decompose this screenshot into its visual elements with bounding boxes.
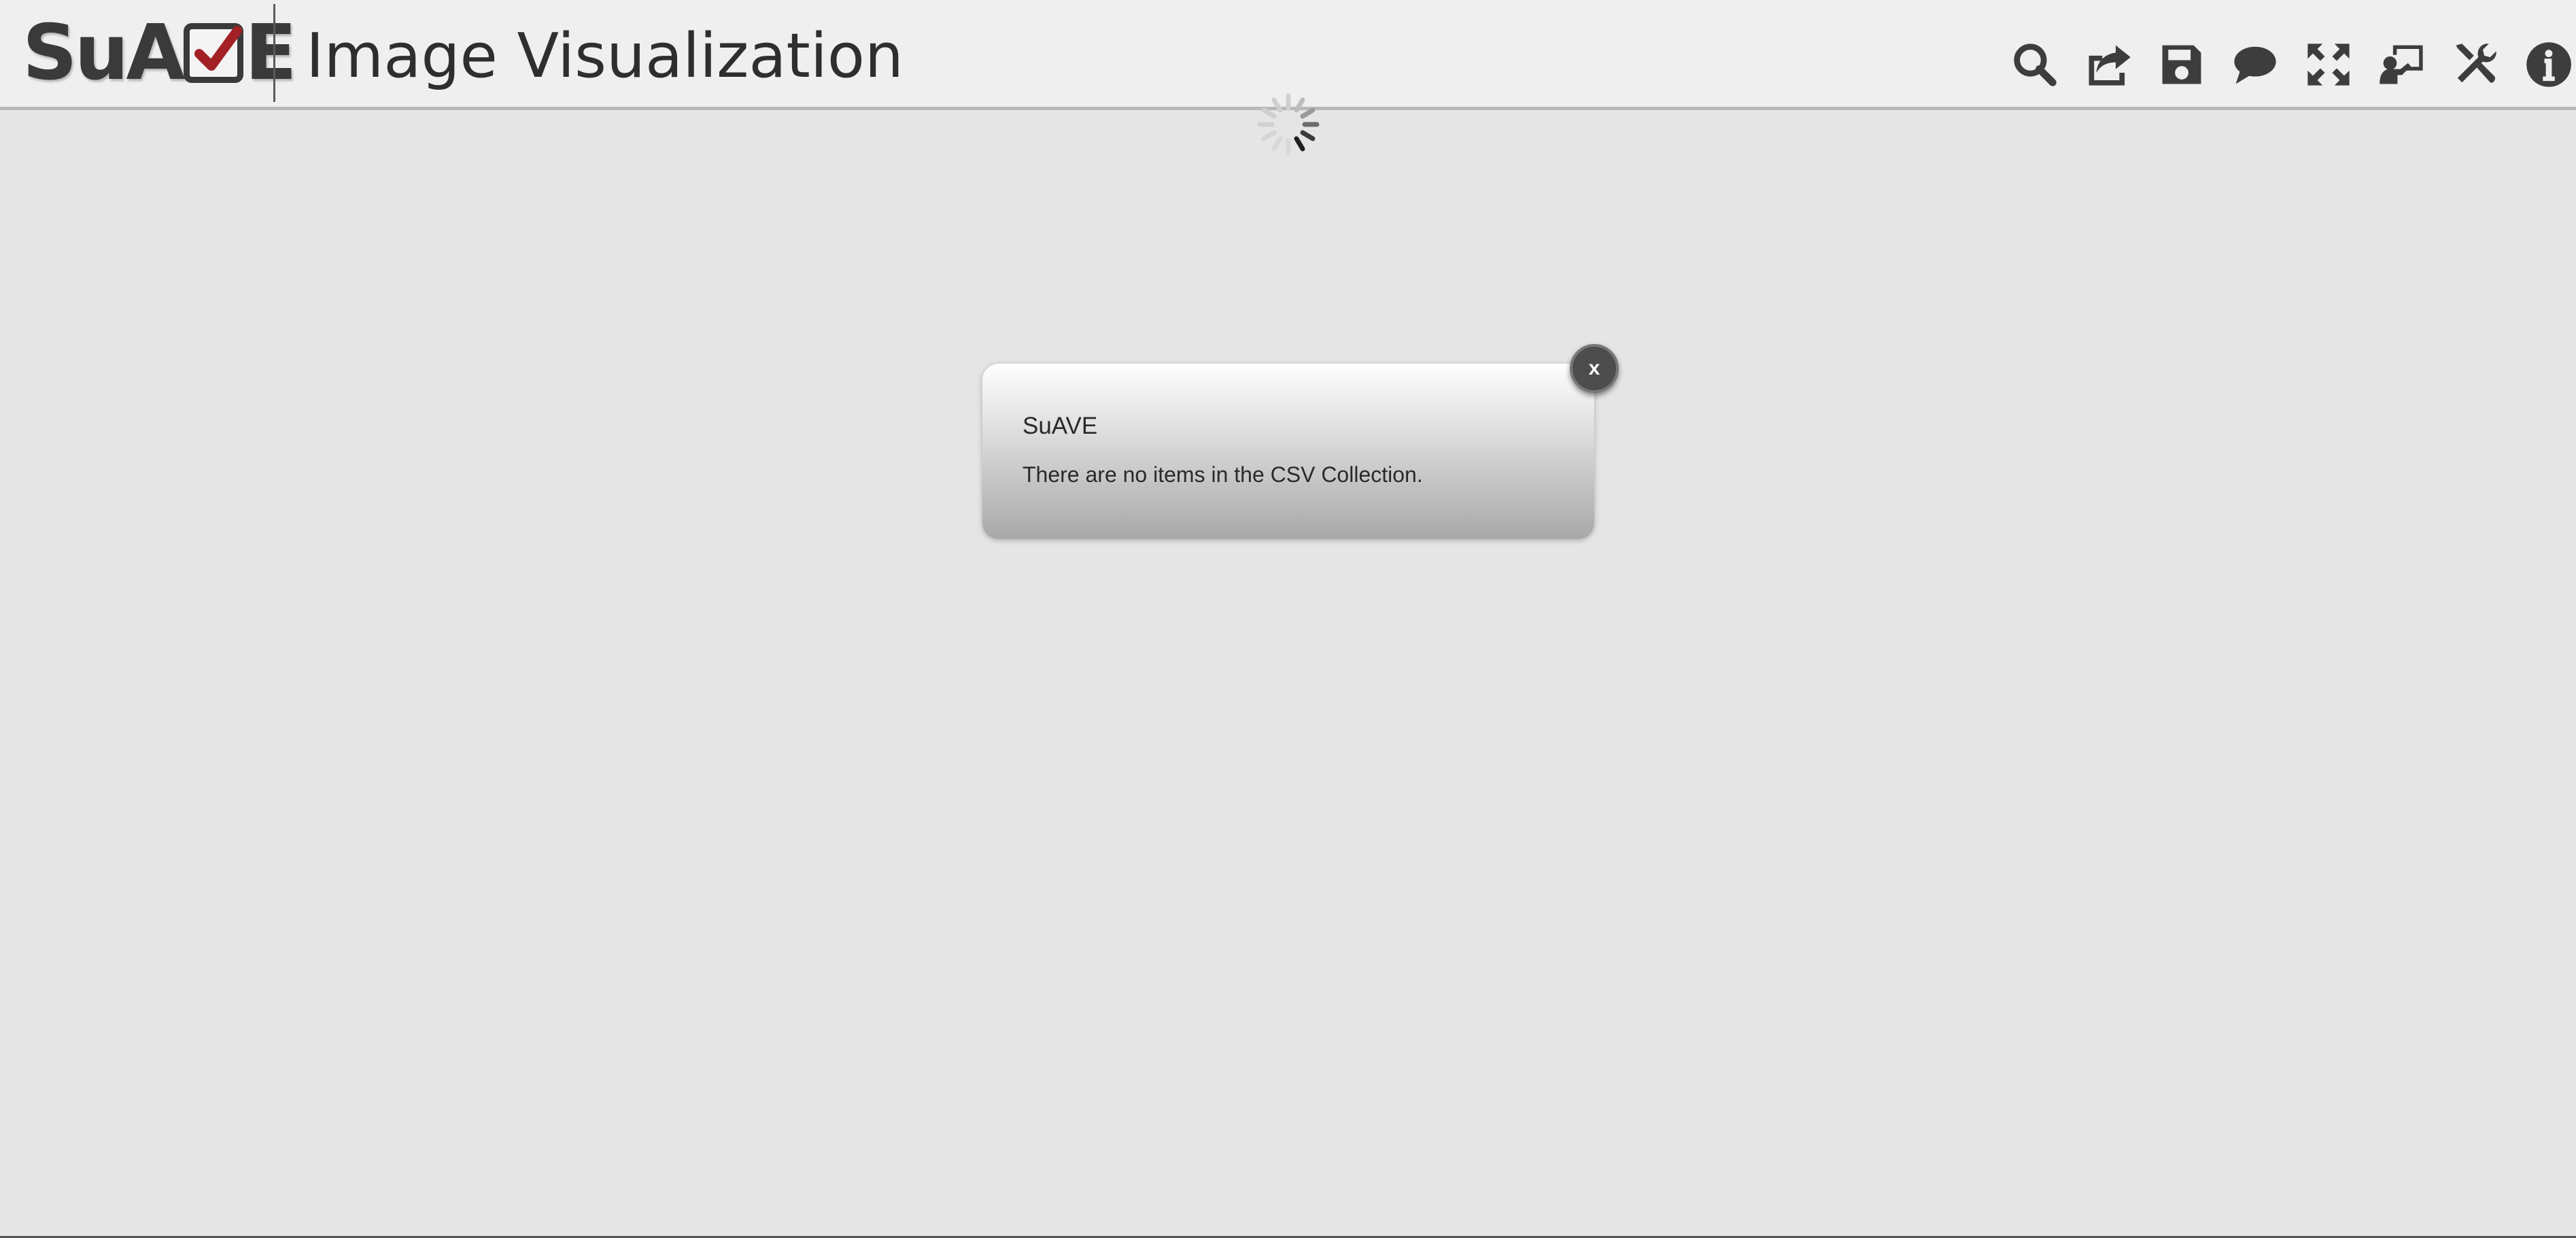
save-icon (2162, 45, 2201, 84)
dialog-title: SuAVE (1023, 413, 1098, 439)
share-button[interactable] (2081, 37, 2135, 92)
fullscreen-icon (2307, 44, 2350, 86)
logo-text-right: E (245, 9, 296, 97)
page-title: Image Visualization (306, 20, 904, 92)
comment-icon (2234, 46, 2276, 84)
message-dialog: SuAVE There are no items in the CSV Coll… (982, 364, 1594, 539)
logo-text-left: SuA (22, 9, 185, 97)
loading-spinner-icon (1257, 93, 1320, 156)
info-button[interactable] (2522, 37, 2576, 92)
search-button[interactable] (2008, 37, 2062, 92)
toolbar (1989, 37, 2576, 92)
dialog-close-button[interactable]: x (1570, 344, 1619, 393)
fullscreen-button[interactable] (2301, 37, 2356, 92)
suave-logo: SuA E (22, 9, 297, 97)
search-icon (2014, 44, 2057, 86)
save-button[interactable] (2154, 37, 2209, 92)
share-icon (2089, 45, 2131, 86)
presentation-button[interactable] (2375, 37, 2429, 92)
header-divider (273, 4, 275, 102)
info-icon (2526, 42, 2571, 87)
tools-icon (2456, 44, 2496, 83)
logo-checkbox-icon (184, 23, 244, 83)
dialog-message: There are no items in the CSV Collection… (1023, 462, 1423, 487)
tools-button[interactable] (2448, 37, 2503, 92)
presentation-icon (2380, 45, 2423, 84)
comment-button[interactable] (2228, 37, 2282, 92)
